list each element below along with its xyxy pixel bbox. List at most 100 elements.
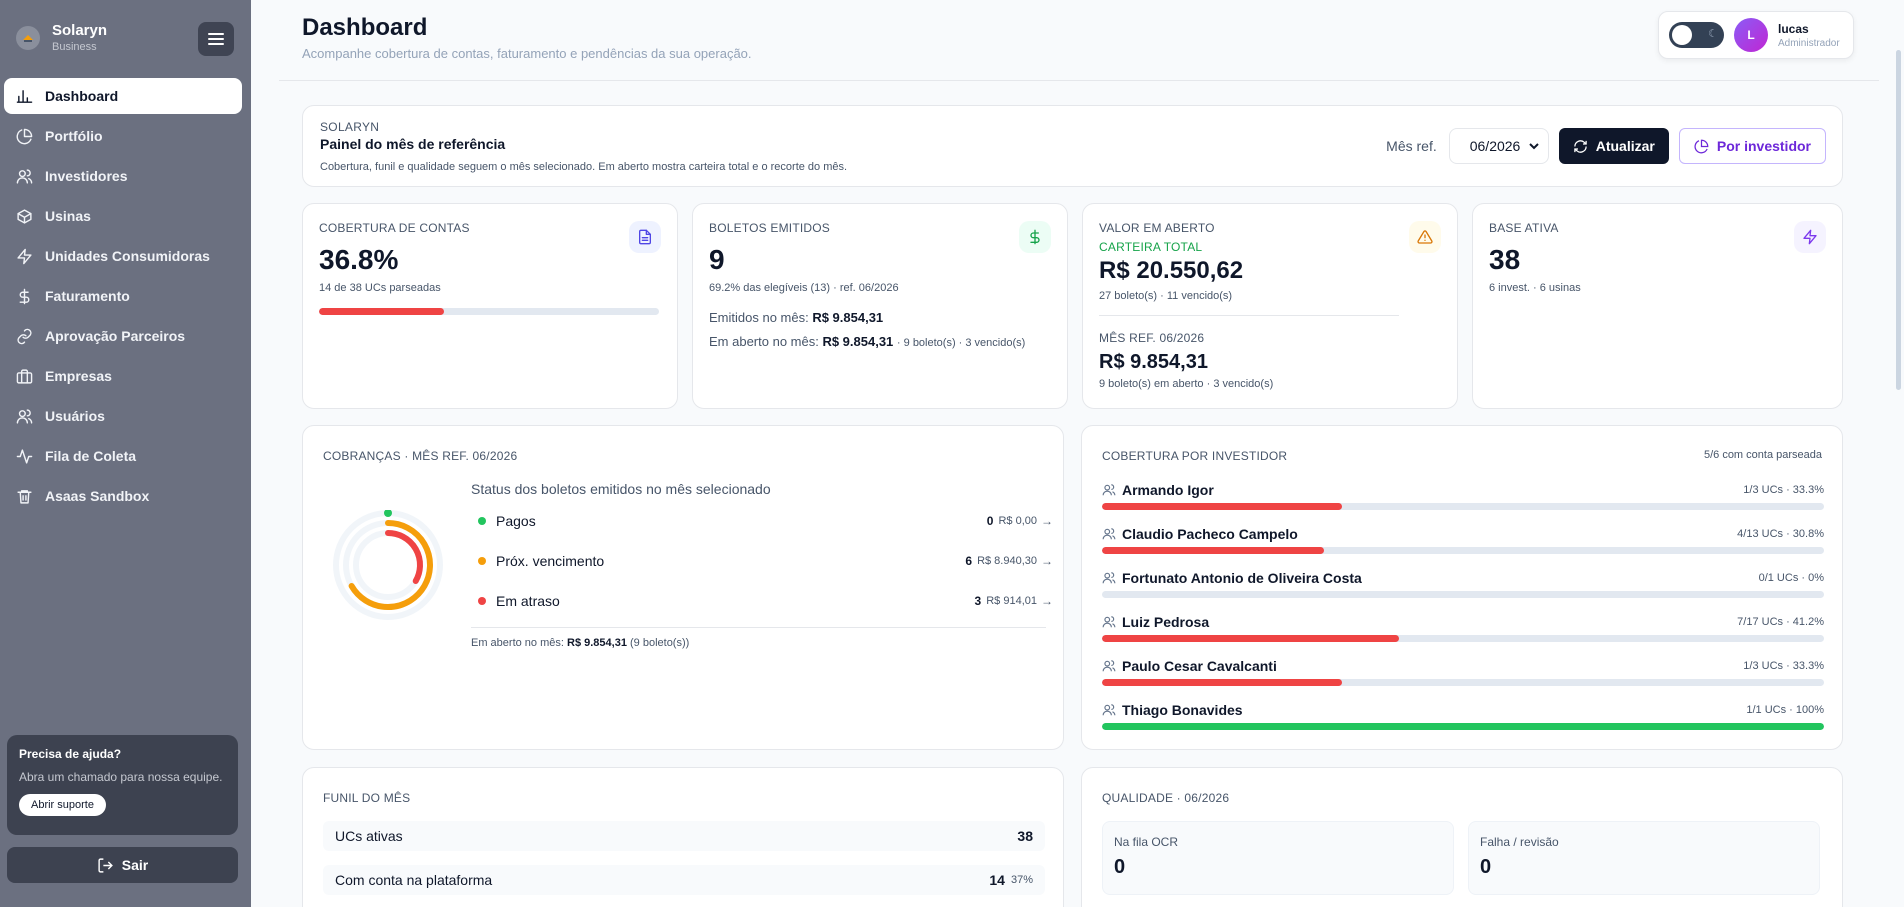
legend-divider: [471, 627, 1046, 628]
sidebar-item-portfolio[interactable]: Portfólio: [4, 118, 242, 154]
quality-box-falha: Falha / revisão 0: [1468, 821, 1820, 895]
month-select[interactable]: 06/2026: [1448, 128, 1549, 164]
logout-icon: [98, 857, 113, 873]
brand-logo-icon: [16, 25, 40, 50]
investor-row[interactable]: Fortunato Antonio de Oliveira Costa 0/1 …: [1102, 569, 1824, 598]
footer-value: R$ 9.854,31: [567, 637, 627, 649]
kpi-value: 38: [1489, 244, 1521, 275]
sidebar-item-label: Unidades Consumidoras: [45, 248, 210, 264]
aberto-value: R$ 9.854,31: [822, 334, 894, 349]
kpi-sub: 6 invest. · 6 usinas: [1489, 282, 1581, 294]
sidebar-item-unidades[interactable]: Unidades Consumidoras: [4, 238, 242, 274]
investor-row[interactable]: Luiz Pedrosa 7/17 UCs · 41.2%: [1102, 613, 1824, 642]
footer-detail: (9 boleto(s)): [630, 637, 690, 649]
sidebar-item-asaas[interactable]: Asaas Sandbox: [4, 478, 242, 514]
kpi-card-cobertura: COBERTURA DE CONTAS 36.8% 14 de 38 UCs p…: [302, 203, 678, 409]
link-icon: [17, 328, 32, 344]
by-investor-label: Por investidor: [1716, 138, 1811, 154]
kpi-divider: [1099, 315, 1399, 316]
users-icon: [16, 408, 33, 424]
coverage-progress-bar: [319, 308, 659, 315]
toggle-knob: [1672, 25, 1692, 45]
sidebar-item-label: Usuários: [45, 408, 105, 424]
theme-toggle[interactable]: ☾: [1669, 22, 1724, 48]
kpi-label: BASE ATIVA: [1489, 221, 1559, 235]
legend-row-atraso[interactable]: Em atraso 3 R$ 914,01 →: [478, 591, 1053, 611]
investor-meta: 0/1 UCs · 0%: [1758, 572, 1824, 584]
sidebar-item-label: Empresas: [45, 368, 112, 384]
scrollbar[interactable]: [1896, 50, 1901, 390]
section-title: COBERTURA POR INVESTIDOR: [1102, 449, 1288, 463]
footer-label: Em aberto no mês:: [471, 637, 564, 649]
qualidade-card: QUALIDADE · 06/2026 Na fila OCR 0 Falha …: [1081, 767, 1843, 907]
legend-count: 3: [974, 594, 982, 608]
brand-name: Solaryn: [52, 22, 108, 39]
sidebar-item-dashboard[interactable]: Dashboard: [4, 78, 242, 114]
investor-progress-fill: [1102, 723, 1824, 730]
funnel-value: 14: [989, 872, 1005, 888]
by-investor-button[interactable]: Por investidor: [1678, 128, 1826, 164]
investor-row[interactable]: Thiago Bonavides 1/1 UCs · 100%: [1102, 701, 1824, 730]
sidebar-item-investidores[interactable]: Investidores: [4, 158, 242, 194]
refresh-label: Atualizar: [1595, 138, 1655, 154]
chevron-down-icon: [1529, 143, 1539, 150]
sidebar-item-usinas[interactable]: Usinas: [4, 198, 242, 234]
brand-sub: Business: [52, 41, 97, 53]
legend-row-pagos[interactable]: Pagos 0 R$ 0,00 →: [478, 511, 1053, 531]
user-box: ☾ L lucas Administrador: [1658, 11, 1854, 59]
investor-row[interactable]: Paulo Cesar Cavalcanti 1/3 UCs · 33.3%: [1102, 657, 1824, 686]
legend-row-proximo[interactable]: Próx. vencimento 6 R$ 8.940,30 →: [478, 551, 1053, 571]
funnel-label: Com conta na plataforma: [335, 872, 493, 888]
funnel-row: Com conta na plataforma 14 37%: [323, 865, 1045, 895]
emitidos-line: Emitidos no mês: R$ 9.854,31: [709, 310, 883, 325]
legend-name: Em atraso: [496, 593, 560, 609]
legend-count: 0: [986, 514, 994, 528]
ref-description: Cobertura, funil e qualidade seguem o mê…: [320, 161, 848, 173]
sidebar-item-fila-coleta[interactable]: Fila de Coleta: [4, 438, 242, 474]
pie-chart-icon: [16, 128, 33, 144]
sidebar-item-empresas[interactable]: Empresas: [4, 358, 242, 394]
coverage-summary: 5/6 com conta parseada: [1703, 449, 1822, 461]
investor-name: Paulo Cesar Cavalcanti: [1122, 658, 1277, 674]
logout-button[interactable]: Sair: [7, 847, 238, 883]
zap-icon: [17, 248, 32, 264]
carteira-tag: CARTEIRA TOTAL: [1099, 240, 1203, 254]
quality-box-ocr: Na fila OCR 0: [1102, 821, 1454, 895]
brand[interactable]: Solaryn Business: [16, 22, 107, 53]
investor-progress-bar: [1102, 503, 1824, 510]
investor-row[interactable]: Armando Igor 1/3 UCs · 33.3%: [1102, 481, 1824, 510]
status-dot: [478, 517, 486, 525]
investor-progress-bar: [1102, 723, 1824, 730]
section-title: FUNIL DO MÊS: [323, 791, 411, 805]
section-title: COBRANÇAS · MÊS REF. 06/2026: [323, 449, 518, 463]
briefcase-icon: [16, 368, 33, 384]
refresh-button[interactable]: Atualizar: [1558, 128, 1669, 164]
sidebar-item-label: Faturamento: [45, 288, 130, 304]
open-support-button[interactable]: Abrir suporte: [19, 794, 106, 816]
sidebar-item-faturamento[interactable]: Faturamento: [4, 278, 242, 314]
menu-toggle-button[interactable]: [198, 22, 234, 56]
kpi-value: R$ 20.550,62: [1099, 257, 1244, 284]
kpi-card-base-ativa: BASE ATIVA 38 6 invest. · 6 usinas: [1472, 203, 1843, 409]
kpi-value: 9: [709, 244, 725, 275]
cobertura-investidor-card: COBERTURA POR INVESTIDOR 5/6 com conta p…: [1081, 425, 1843, 750]
user-info[interactable]: lucas Administrador: [1778, 22, 1840, 49]
sidebar-item-aprovacao[interactable]: Aprovação Parceiros: [4, 318, 242, 354]
investor-progress-bar: [1102, 635, 1824, 642]
sidebar-item-label: Investidores: [45, 168, 128, 184]
kpi-sub: 14 de 38 UCs parseadas: [319, 282, 441, 294]
legend-count: 6: [965, 554, 973, 568]
section-title: QUALIDADE · 06/2026: [1102, 791, 1230, 805]
sidebar-item-usuarios[interactable]: Usuários: [4, 398, 242, 434]
users-icon: [1102, 528, 1116, 540]
status-dot: [478, 597, 486, 605]
investor-row[interactable]: Claudio Pacheco Campelo 4/13 UCs · 30.8%: [1102, 525, 1824, 554]
user-role: Administrador: [1778, 37, 1840, 49]
legend-title: Status dos boletos emitidos no mês selec…: [471, 481, 771, 497]
users-icon: [1102, 484, 1116, 496]
avatar[interactable]: L: [1734, 18, 1768, 52]
arrow-right-icon: →: [1041, 514, 1053, 528]
investor-meta: 4/13 UCs · 30.8%: [1737, 528, 1824, 540]
kpi-value: 36.8%: [319, 244, 399, 275]
month-ref-value: R$ 9.854,31: [1099, 351, 1208, 373]
